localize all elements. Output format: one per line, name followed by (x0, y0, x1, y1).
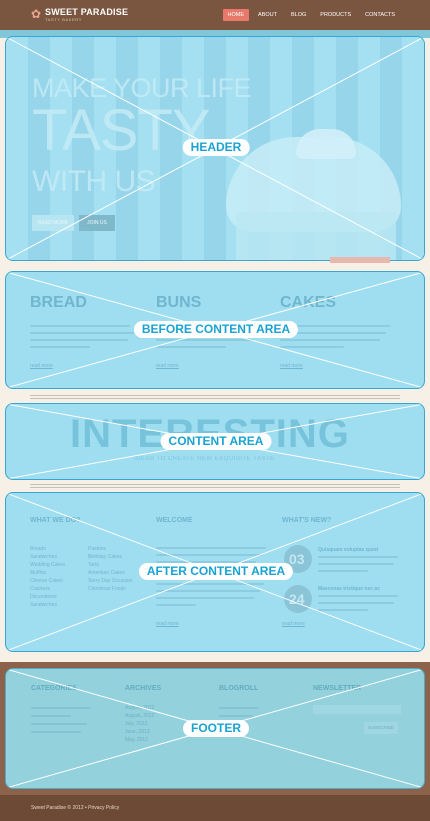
site-subtitle: TASTY BAKERY (45, 17, 82, 22)
main-menu: HOME ABOUT BLOG PRODUCTS CONTACTS (222, 9, 400, 21)
before-content-area: BREAD BUNS CAKES read more read more rea… (5, 271, 425, 389)
nav-item-products[interactable]: PRODUCTS (315, 9, 356, 21)
footer-area-label: FOOTER (183, 720, 249, 737)
header-area: MAKE YOUR LIFE TASTY WITH US READ MORE J… (5, 36, 425, 261)
divider (30, 398, 400, 399)
nav-item-home[interactable]: HOME (222, 9, 250, 21)
after-content-area-label: AFTER CONTENT AREA (138, 563, 294, 580)
nav-item-about[interactable]: ABOUT (253, 9, 282, 21)
divider (30, 487, 400, 488)
content-area: INTERESTING IDEAS TO CREATE NEW EXQUISIT… (5, 403, 425, 480)
content-area-label: CONTENT AREA (160, 433, 272, 450)
footer-area: CATEGORIES ARCHIVES BLOGROLL NEWSLETTER … (5, 668, 425, 789)
header-area-label: HEADER (182, 139, 250, 156)
copyright-text: Sweet Paradise © 2012 • Privacy Policy (31, 805, 120, 811)
divider (30, 395, 400, 396)
cupcake-wrapper-edge (330, 257, 390, 263)
flower-logo-icon: ✿ (31, 7, 42, 21)
divider (30, 484, 400, 485)
after-content-area: WHAT WE DO? WELCOME WHAT'S NEW? Breads S… (5, 492, 425, 652)
nav-item-blog[interactable]: BLOG (286, 9, 311, 21)
site-title[interactable]: SWEET PARADISE (45, 7, 128, 17)
before-content-area-label: BEFORE CONTENT AREA (133, 321, 299, 338)
nav-item-contacts[interactable]: CONTACTS (360, 9, 400, 21)
